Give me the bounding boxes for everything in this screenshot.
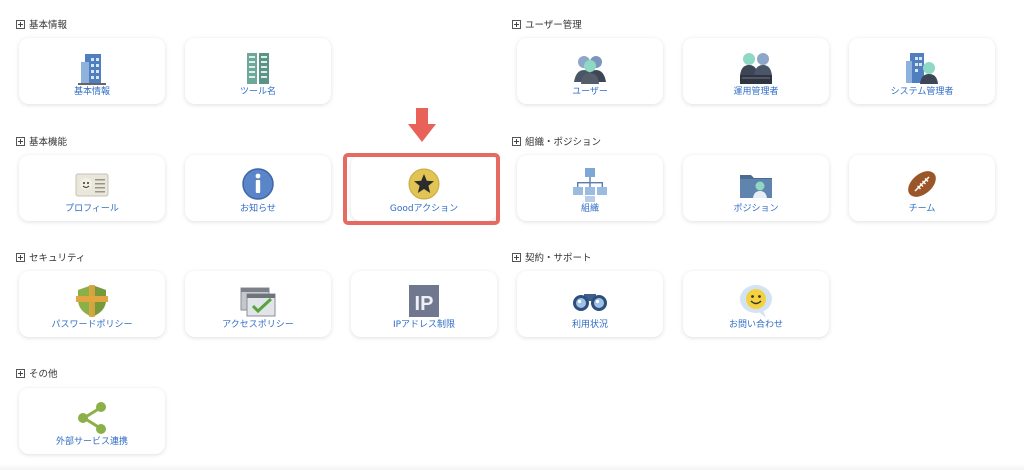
card-ops-admin[interactable]: 運用管理者 [683, 38, 829, 104]
expand-icon[interactable] [16, 252, 25, 262]
info-icon [238, 165, 278, 205]
card-access-policy[interactable]: アクセスポリシー [185, 271, 331, 337]
share-icon [72, 398, 112, 438]
card-label: 組織 [580, 204, 599, 214]
section-org-position[interactable]: 組織・ポジション [512, 134, 601, 148]
card-label: 外部サービス連携 [55, 437, 128, 447]
section-other[interactable]: その他 [16, 366, 58, 380]
card-label: パスワードポリシー [51, 320, 133, 330]
ip-icon: IP [404, 281, 444, 321]
card-label: お知らせ [240, 204, 276, 214]
card-notice[interactable]: お知らせ [185, 155, 331, 221]
card-team[interactable]: チーム [849, 155, 995, 221]
section-label: 契約・サポート [525, 253, 592, 264]
card-usage[interactable]: 利用状況 [517, 271, 663, 337]
card-ip-restriction[interactable]: IP IPアドレス制限 [351, 271, 497, 337]
section-label: セキュリティ [29, 253, 86, 264]
users-icon [570, 48, 610, 88]
building-user-icon [902, 48, 942, 88]
down-arrow-icon [406, 108, 438, 144]
expand-icon[interactable] [16, 136, 25, 146]
card-label: 基本情報 [73, 87, 110, 97]
card-contact[interactable]: お問い合わせ [683, 271, 829, 337]
card-tool-name[interactable]: ツール名 [185, 38, 331, 104]
section-label: 基本機能 [29, 137, 68, 148]
org-chart-icon [570, 165, 610, 205]
section-label: ユーザー管理 [525, 20, 582, 31]
section-basic-info[interactable]: 基本情報 [16, 17, 67, 31]
card-label: 利用状況 [571, 320, 608, 330]
card-label: IPアドレス制限 [392, 320, 456, 330]
section-label: 組織・ポジション [525, 137, 602, 148]
chat-smile-icon [736, 281, 776, 321]
expand-icon[interactable] [512, 19, 521, 29]
section-basic-functions[interactable]: 基本機能 [16, 134, 67, 148]
highlight-frame [343, 153, 500, 225]
card-org[interactable]: 組織 [517, 155, 663, 221]
card-label: ポジション [733, 204, 779, 214]
green-building-icon [238, 48, 278, 88]
card-user[interactable]: ユーザー [517, 38, 663, 104]
section-label: 基本情報 [29, 20, 68, 31]
expand-icon[interactable] [512, 252, 521, 262]
section-contract-support[interactable]: 契約・サポート [512, 250, 592, 264]
admins-icon [736, 48, 776, 88]
building-icon [72, 48, 112, 88]
folder-user-icon [736, 165, 776, 205]
ip-glyph: IP [415, 293, 434, 315]
card-label: アクセスポリシー [222, 320, 294, 330]
card-label: 運用管理者 [733, 87, 779, 97]
window-check-icon [238, 281, 278, 321]
card-password-policy[interactable]: パスワードポリシー [19, 271, 165, 337]
football-icon [902, 165, 942, 205]
expand-icon[interactable] [16, 19, 25, 29]
binoculars-icon [570, 281, 610, 321]
card-sys-admin[interactable]: システム管理者 [849, 38, 995, 104]
card-label: ユーザー [572, 87, 608, 97]
card-external-service[interactable]: 外部サービス連携 [19, 388, 165, 454]
shield-icon [72, 281, 112, 321]
id-card-icon [72, 165, 112, 205]
card-label: お問い合わせ [728, 320, 783, 330]
bottom-shade [0, 464, 1024, 470]
card-label: プロフィール [65, 204, 119, 214]
card-profile[interactable]: プロフィール [19, 155, 165, 221]
card-label: ツール名 [239, 87, 276, 97]
section-user-management[interactable]: ユーザー管理 [512, 17, 582, 31]
card-label: チーム [908, 204, 936, 214]
expand-icon[interactable] [16, 368, 25, 378]
card-position[interactable]: ポジション [683, 155, 829, 221]
section-security[interactable]: セキュリティ [16, 250, 85, 264]
expand-icon[interactable] [512, 136, 521, 146]
card-label: システム管理者 [890, 87, 954, 97]
section-label: その他 [29, 369, 58, 380]
card-basic-info[interactable]: 基本情報 [19, 38, 165, 104]
